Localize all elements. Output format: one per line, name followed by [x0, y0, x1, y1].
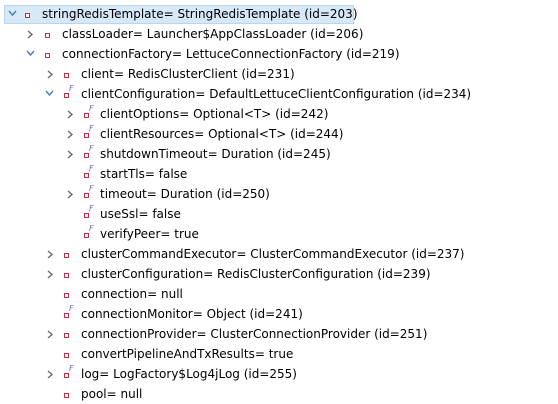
tree-row-verifyPeer[interactable]: F verifyPeer= true: [0, 224, 558, 244]
tree-row-timeout[interactable]: F timeout= Duration (id=250): [0, 184, 558, 204]
tree-row-label: connectionMonitor= Object (id=241): [81, 307, 303, 321]
tree-row-useSsl[interactable]: F useSsl= false: [0, 204, 558, 224]
chevron-down-icon[interactable]: [43, 84, 55, 104]
chevron-right-icon[interactable]: [45, 364, 57, 384]
tree-row-connectionMonitor[interactable]: F connectionMonitor= Object (id=241): [0, 304, 558, 324]
tree-row-classLoader[interactable]: classLoader= Launcher$AppClassLoader (id…: [0, 24, 558, 44]
tree-row-label: classLoader= Launcher$AppClassLoader (id…: [62, 27, 364, 41]
tree-row-log[interactable]: F log= LogFactory$Log4jLog (id=255): [0, 364, 558, 384]
field-icon: [43, 27, 55, 41]
tree-row-shutdownTimeout[interactable]: F shutdownTimeout= Duration (id=245): [0, 144, 558, 164]
chevron-down-icon[interactable]: [24, 44, 36, 64]
final-field-icon: F: [82, 124, 94, 141]
tree-row-label: connection= null: [81, 287, 183, 301]
tree-row-clientOptions[interactable]: F clientOptions= Optional<T> (id=242): [0, 104, 558, 124]
tree-row-label: pool= null: [81, 387, 143, 401]
tree-row-stringRedisTemplate[interactable]: stringRedisTemplate= StringRedisTemplate…: [0, 4, 558, 24]
tree-row-convertPipelineAndTxResults[interactable]: convertPipelineAndTxResults= true: [0, 344, 558, 364]
final-field-icon: F: [82, 144, 94, 161]
tree-row-connection[interactable]: connection= null: [0, 284, 558, 304]
final-field-icon: F: [82, 184, 94, 201]
field-icon: [62, 327, 74, 341]
tree-row-clusterConfiguration[interactable]: clusterConfiguration= RedisClusterConfig…: [0, 264, 558, 284]
tree-row-connectionProvider[interactable]: connectionProvider= ClusterConnectionPro…: [0, 324, 558, 344]
chevron-right-icon[interactable]: [25, 24, 37, 44]
field-icon: [62, 287, 74, 301]
chevron-right-icon[interactable]: [45, 244, 57, 264]
chevron-right-icon[interactable]: [65, 104, 77, 124]
tree-row-label: stringRedisTemplate= StringRedisTemplate…: [42, 7, 358, 21]
final-field-icon: F: [62, 84, 74, 101]
tree-row-clientConfiguration[interactable]: F clientConfiguration= DefaultLettuceCli…: [0, 84, 558, 104]
tree-row-label: clusterCommandExecutor= ClusterCommandEx…: [81, 247, 465, 261]
tree-row-label: startTls= false: [100, 167, 188, 181]
tree-row-label: client= RedisClusterClient (id=231): [81, 67, 295, 81]
final-field-icon: F: [82, 224, 94, 241]
tree-row-label: clientResources= Optional<T> (id=244): [100, 127, 344, 141]
field-icon: [62, 67, 74, 81]
tree-row-label: connectionProvider= ClusterConnectionPro…: [81, 327, 428, 341]
final-field-icon: F: [82, 164, 94, 181]
field-icon: [62, 347, 74, 361]
chevron-right-icon[interactable]: [65, 124, 77, 144]
chevron-right-icon[interactable]: [45, 264, 57, 284]
final-field-icon: F: [62, 304, 74, 321]
tree-row-label: clientOptions= Optional<T> (id=242): [100, 107, 329, 121]
tree-row-connectionFactory[interactable]: connectionFactory= LettuceConnectionFact…: [0, 44, 558, 64]
field-icon: [62, 267, 74, 281]
tree-row-label: connectionFactory= LettuceConnectionFact…: [62, 47, 400, 61]
tree-row-label: clientConfiguration= DefaultLettuceClien…: [81, 87, 472, 101]
field-icon: [23, 7, 35, 21]
chevron-down-icon[interactable]: [6, 4, 18, 24]
tree-row-client[interactable]: client= RedisClusterClient (id=231): [0, 64, 558, 84]
final-field-icon: F: [82, 204, 94, 221]
tree-row-clientResources[interactable]: F clientResources= Optional<T> (id=244): [0, 124, 558, 144]
chevron-right-icon[interactable]: [45, 64, 57, 84]
chevron-right-icon[interactable]: [65, 184, 77, 204]
chevron-right-icon[interactable]: [65, 144, 77, 164]
field-icon: [43, 47, 55, 61]
tree-row-label: useSsl= false: [100, 207, 181, 221]
final-field-icon: F: [62, 364, 74, 381]
tree-row-startTls[interactable]: F startTls= false: [0, 164, 558, 184]
final-field-icon: F: [82, 104, 94, 121]
field-icon: [62, 387, 74, 401]
tree-row-label: shutdownTimeout= Duration (id=245): [100, 147, 331, 161]
tree-row-clusterCommandExecutor[interactable]: clusterCommandExecutor= ClusterCommandEx…: [0, 244, 558, 264]
tree-row-pool[interactable]: pool= null: [0, 384, 558, 404]
tree-row-label: convertPipelineAndTxResults= true: [81, 347, 294, 361]
tree-row-label: timeout= Duration (id=250): [100, 187, 270, 201]
field-icon: [62, 247, 74, 261]
variables-tree: stringRedisTemplate= StringRedisTemplate…: [0, 0, 558, 401]
tree-row-label: verifyPeer= true: [100, 227, 199, 241]
tree-row-label: log= LogFactory$Log4jLog (id=255): [81, 367, 297, 381]
chevron-right-icon[interactable]: [45, 324, 57, 344]
tree-row-label: clusterConfiguration= RedisClusterConfig…: [81, 267, 431, 281]
